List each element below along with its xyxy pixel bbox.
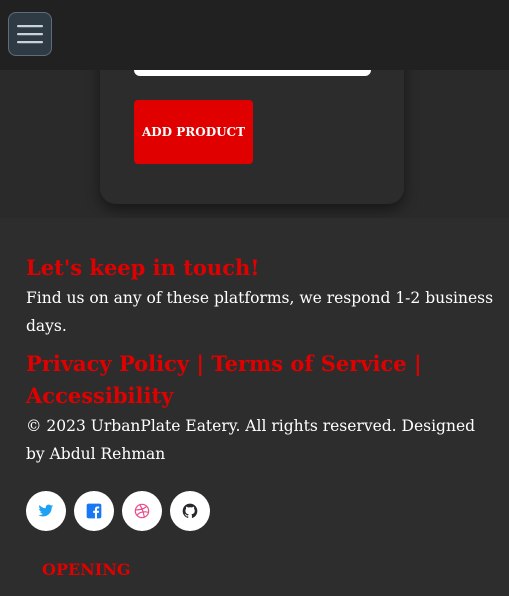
social-links [26, 491, 210, 531]
terms-of-service-link[interactable]: Terms of Service [211, 351, 406, 376]
add-product-button[interactable]: ADD PRODUCT [134, 100, 253, 164]
navbar-toggle-button[interactable] [8, 12, 52, 56]
copyright-text: © 2023 UrbanPlate Eatery. All rights res… [26, 417, 476, 463]
accessibility-link[interactable]: Accessibility [26, 383, 173, 408]
privacy-policy-link[interactable]: Privacy Policy [26, 351, 189, 376]
twitter-icon [38, 504, 54, 517]
hamburger-menu-icon [17, 25, 43, 44]
opening-heading: OPENING [42, 560, 131, 579]
github-button[interactable] [170, 491, 210, 531]
dribbble-icon [134, 503, 150, 519]
footer-links: Privacy Policy | Terms of Service | Acce… [26, 348, 496, 412]
footer: Let's keep in touch! Find us on any of t… [0, 218, 509, 596]
footer-heading: Let's keep in touch! [26, 255, 260, 280]
navbar [0, 0, 509, 70]
dribbble-button[interactable] [122, 491, 162, 531]
twitter-button[interactable] [26, 491, 66, 531]
footer-text: Find us on any of these platforms, we re… [26, 289, 494, 335]
facebook-button[interactable] [74, 491, 114, 531]
link-separator: | [406, 351, 422, 376]
link-separator: | [189, 351, 212, 376]
facebook-square-icon [86, 503, 102, 519]
github-icon [182, 503, 198, 518]
